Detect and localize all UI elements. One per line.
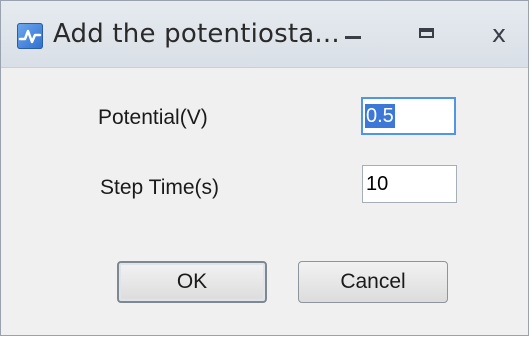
- step-time-input[interactable]: 10: [362, 165, 457, 203]
- maximize-button[interactable]: [407, 19, 447, 49]
- minimize-button[interactable]: [333, 19, 373, 49]
- step-time-label: Step Time(s): [100, 176, 220, 199]
- maximize-icon: [419, 28, 434, 38]
- potential-label: Potential(V): [98, 106, 208, 129]
- potential-input[interactable]: 0.5: [361, 97, 456, 135]
- close-button[interactable]: x: [479, 19, 519, 49]
- dialog-window: Add the potentiosta... x Potential(V) 0.…: [0, 0, 529, 336]
- minimize-icon: [345, 36, 361, 39]
- window-title: Add the potentiosta...: [53, 19, 340, 49]
- cancel-button[interactable]: Cancel: [298, 261, 448, 303]
- close-icon: x: [491, 20, 507, 48]
- title-bar[interactable]: Add the potentiosta... x: [1, 1, 528, 68]
- step-time-value: 10: [366, 173, 389, 195]
- ok-button[interactable]: OK: [117, 261, 267, 303]
- potential-value: 0.5: [365, 104, 395, 128]
- waveform-icon: [17, 23, 43, 49]
